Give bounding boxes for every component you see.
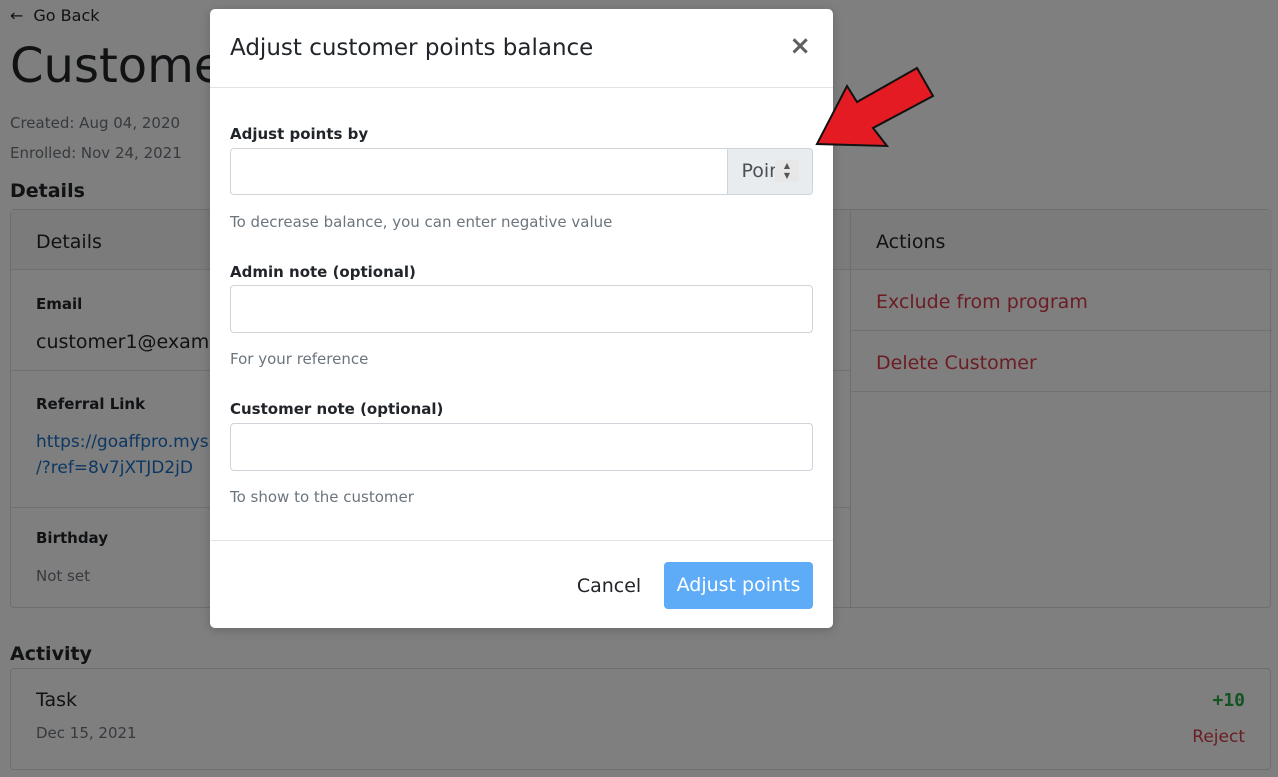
close-icon[interactable]: × bbox=[789, 32, 811, 60]
adjust-points-help: To decrease balance, you can enter negat… bbox=[230, 213, 613, 231]
adjust-points-label: Adjust points by bbox=[230, 125, 369, 143]
cancel-button[interactable]: Cancel bbox=[570, 563, 648, 609]
modal-title: Adjust customer points balance bbox=[230, 35, 594, 61]
modal-header: Adjust customer points balance × bbox=[210, 9, 833, 88]
customer-note-help: To show to the customer bbox=[230, 488, 414, 506]
adjust-points-button[interactable]: Adjust points bbox=[664, 562, 813, 609]
adjust-points-input[interactable] bbox=[230, 148, 728, 195]
number-spinner-icon[interactable]: ▲ ▼ bbox=[775, 160, 799, 182]
modal-footer: Cancel Adjust points bbox=[210, 540, 833, 628]
annotation-arrow-icon bbox=[815, 66, 935, 148]
adjust-points-input-group: ▲ ▼ Points bbox=[230, 148, 813, 195]
admin-note-help: For your reference bbox=[230, 350, 369, 368]
admin-note-input[interactable] bbox=[230, 285, 813, 333]
customer-note-input[interactable] bbox=[230, 423, 813, 471]
admin-note-label: Admin note (optional) bbox=[230, 263, 416, 281]
points-addon: Points bbox=[728, 148, 813, 195]
adjust-points-modal: Adjust customer points balance × Adjust … bbox=[210, 9, 833, 628]
customer-note-label: Customer note (optional) bbox=[230, 400, 444, 418]
